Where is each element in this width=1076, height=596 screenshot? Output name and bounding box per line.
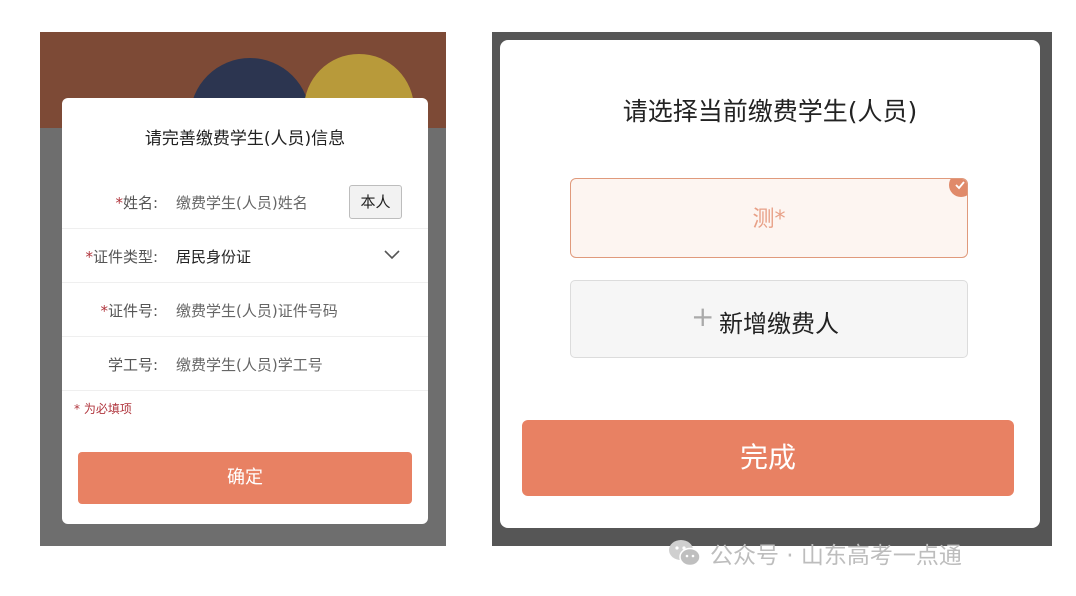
student-id-input[interactable]: 缴费学生(人员)学工号	[176, 354, 323, 375]
form-row-id-type[interactable]: *证件类型: 居民身份证	[62, 229, 428, 283]
id-type-label: *证件类型:	[85, 248, 158, 266]
student-info-dialog: 请完善缴费学生(人员)信息 *姓名: 缴费学生(人员)姓名 本人 *证件类型: …	[62, 98, 428, 524]
watermark: 公众号 · 山东高考一点通	[668, 536, 962, 570]
required-mark: *	[115, 194, 123, 212]
select-payer-dialog: 请选择当前缴费学生(人员) 测* + 新增缴费人 完成	[500, 40, 1040, 528]
form-row-name[interactable]: *姓名: 缴费学生(人员)姓名 本人	[62, 175, 428, 229]
id-number-label: *证件号:	[100, 302, 158, 320]
required-mark: *	[85, 248, 93, 266]
dialog-title: 请选择当前缴费学生(人员)	[622, 97, 918, 126]
add-payer-label: 新增缴费人	[719, 310, 839, 338]
watermark-text: 公众号 · 山东高考一点通	[710, 543, 962, 569]
required-mark: *	[100, 302, 108, 320]
form-row-student-id[interactable]: 学工号: 缴费学生(人员)学工号	[62, 337, 428, 391]
required-note: * 为必填项	[74, 402, 132, 416]
wechat-icon	[669, 540, 701, 567]
right-screenshot: 请选择当前缴费学生(人员) 测* + 新增缴费人 完成	[492, 32, 1052, 546]
plus-icon: +	[691, 300, 715, 333]
chevron-down-icon[interactable]	[384, 249, 400, 261]
id-number-input[interactable]: 缴费学生(人员)证件号码	[176, 300, 338, 321]
add-payer-button[interactable]: + 新增缴费人	[570, 280, 968, 358]
id-type-select[interactable]: 居民身份证	[176, 246, 251, 267]
dialog-title: 请完善缴费学生(人员)信息	[144, 129, 346, 149]
confirm-button[interactable]: 确定	[78, 452, 412, 504]
person-name: 测*	[752, 207, 786, 232]
name-input[interactable]: 缴费学生(人员)姓名	[176, 192, 308, 213]
selected-person-card[interactable]: 测*	[570, 178, 968, 258]
student-id-label: 学工号:	[107, 356, 158, 374]
check-icon	[949, 179, 967, 197]
left-screenshot: 请完善缴费学生(人员)信息 *姓名: 缴费学生(人员)姓名 本人 *证件类型: …	[40, 32, 446, 546]
self-button[interactable]: 本人	[349, 185, 402, 219]
form-row-id-number[interactable]: *证件号: 缴费学生(人员)证件号码	[62, 283, 428, 337]
canvas: 请完善缴费学生(人员)信息 *姓名: 缴费学生(人员)姓名 本人 *证件类型: …	[0, 0, 1076, 596]
done-button[interactable]: 完成	[522, 420, 1014, 496]
name-label: *姓名:	[115, 194, 158, 212]
